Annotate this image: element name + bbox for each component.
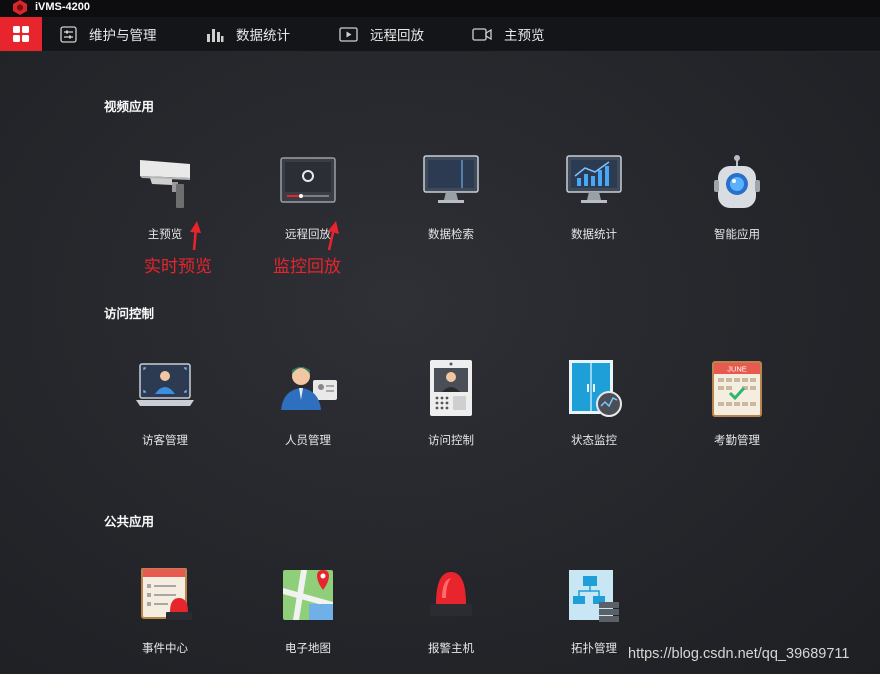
menu-item-statistics[interactable]: 数据统计 [206,17,290,51]
menu-label: 主预览 [504,28,545,44]
menu-label: 数据统计 [236,28,290,44]
section-title-access: 访问控制 [104,306,155,321]
tile-label: 访客管理 [142,433,188,447]
tile-label: 考勤管理 [714,433,760,447]
annotation-arrow-preview [190,221,201,251]
map-pin-icon [283,570,333,620]
calendar-month: JUNE [727,365,747,374]
menu-label: 维护与管理 [89,28,157,44]
door-station-icon [430,360,472,416]
annotation-playback: 监控回放 [273,257,341,277]
main-dashboard: 视频应用 主预览 远程回放 数据检索 数据统计 智能应用 实时预览 监控回放 访… [0,52,880,674]
maintenance-icon [60,25,77,43]
tile-label: 电子地图 [285,641,331,655]
menu-label: 远程回放 [370,28,424,44]
section-title-public: 公共应用 [104,514,155,529]
title-bar: iVMS-4200 [0,0,880,17]
tile-label: 数据检索 [428,227,474,241]
tile-label: 访问控制 [428,433,474,447]
tile-attendance-management[interactable]: JUNE 考勤管理 [682,360,792,460]
grid-icon [13,26,29,42]
tile-e-map[interactable]: 电子地图 [253,568,363,668]
robot-eye-icon [714,155,760,208]
tile-alarm-host[interactable]: 报警主机 [396,568,506,668]
alarm-siren-icon [430,572,472,616]
tile-smart-application[interactable]: 智能应用 [682,154,792,254]
menu-item-playback[interactable]: 远程回放 [339,17,424,51]
calendar-icon: JUNE [712,361,762,417]
tile-status-monitoring[interactable]: 状态监控 [539,360,649,460]
person-card-icon [281,367,337,410]
tile-event-center[interactable]: 事件中心 [110,568,220,668]
camera-icon [140,160,190,208]
section-title-video: 视频应用 [104,99,155,114]
home-button[interactable] [0,17,42,51]
hikvision-logo-icon [13,0,27,15]
tile-label: 人员管理 [285,433,331,447]
topology-icon [569,570,619,622]
preview-icon [472,27,492,41]
door-status-icon [569,360,622,417]
tile-label: 事件中心 [142,641,188,655]
annotation-arrow-playback [327,221,339,251]
menu-bar: 维护与管理 数据统计 远程回放 主预览 [0,17,880,52]
app-title: iVMS-4200 [35,1,91,13]
event-list-icon [141,568,192,620]
tile-label: 报警主机 [428,641,474,655]
tile-label: 智能应用 [714,227,760,241]
tile-access-control[interactable]: 访问控制 [396,360,506,460]
visitor-laptop-icon [136,363,194,406]
chart-monitor-icon [566,155,622,203]
playback-screen-icon [280,157,336,203]
tile-label: 远程回放 [285,227,331,241]
tile-data-retrieval[interactable]: 数据检索 [396,154,506,254]
tile-visitor-management[interactable]: 访客管理 [110,360,220,460]
tile-main-preview[interactable]: 主预览 [110,154,220,254]
tile-data-statistics[interactable]: 数据统计 [539,154,649,254]
playback-icon [339,26,358,42]
menu-item-maintenance[interactable]: 维护与管理 [60,17,157,51]
tile-personnel-management[interactable]: 人员管理 [253,360,363,460]
tile-label: 数据统计 [571,227,617,241]
statistics-icon [207,28,224,42]
tile-label: 主预览 [147,227,183,241]
menu-item-preview[interactable]: 主预览 [472,17,545,51]
monitor-search-icon [423,155,479,203]
tile-remote-playback[interactable]: 远程回放 [253,154,363,254]
tile-label: 状态监控 [571,433,617,447]
annotation-live-preview: 实时预览 [144,257,212,277]
watermark-text: https://blog.csdn.net/qq_39689711 [628,646,850,662]
